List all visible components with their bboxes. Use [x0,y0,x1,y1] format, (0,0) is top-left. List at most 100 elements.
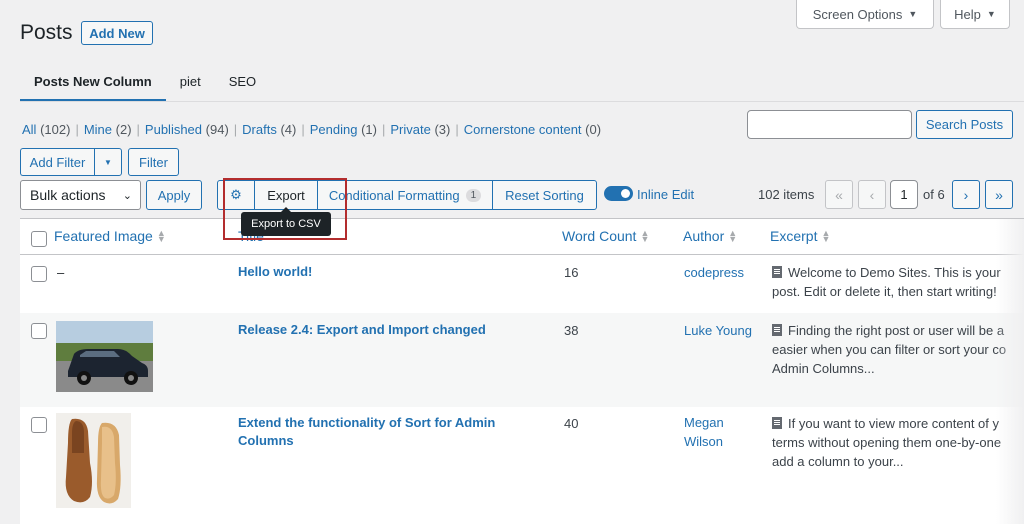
row-checkbox[interactable] [31,417,47,433]
featured-image-thumbnail[interactable] [56,321,153,392]
tab-seo[interactable]: SEO [215,70,270,102]
post-title-line: Extend the functionality of Sort for Adm… [238,415,496,430]
tabs-divider [20,101,1024,102]
shoes-image [56,413,131,508]
column-featured-image[interactable]: Featured Image ▲ ▼ [54,228,166,244]
count-badge: 1 [465,188,482,202]
reset-sorting-button[interactable]: Reset Sorting [493,181,596,209]
view-tabs: Posts New Column piet SEO [20,70,270,102]
table-row: – Hello world! 16 codepress Welcome to D… [20,255,1024,313]
view-count: (2) [115,122,132,137]
document-icon [772,324,782,336]
table-row: Extend the functionality of Sort for Adm… [20,407,1024,524]
caret-down-icon: ▼ [908,9,918,19]
inline-edit-toggle[interactable] [604,186,633,201]
view-count: (4) [280,122,297,137]
sort-icon: ▲ ▼ [156,228,166,244]
word-count-value: 38 [564,323,579,338]
view-count: (0) [585,122,602,137]
add-filter-button[interactable]: Add Filter [20,148,94,176]
help-button[interactable]: Help ▼ [940,0,1010,29]
caret-down-icon: ▼ [986,9,996,19]
post-title-line: Columns [238,433,294,448]
author-link[interactable]: Megan Wilson [684,413,724,451]
prev-page-button[interactable]: ‹ [858,180,886,209]
document-icon [772,266,782,278]
post-title-link[interactable]: Hello world! [238,263,312,281]
filter-button[interactable]: Filter [128,148,179,176]
next-page-button[interactable]: › [952,180,980,209]
post-status-views: All (102) | Mine (2) | Published (94) | Drafts… [22,122,602,137]
view-count: (1) [361,122,377,137]
sort-icon: ▲ ▼ [728,228,738,244]
row-checkbox[interactable] [31,323,47,339]
view-private[interactable]: Private [390,122,430,137]
view-all[interactable]: All [22,122,36,137]
bulk-actions-select[interactable]: Bulk actions ⌄ [20,180,141,210]
view-cornerstone[interactable]: Cornerstone content [464,122,582,137]
word-count-value: 40 [564,416,579,431]
excerpt-line: post. Edit or delete it, then start writ… [772,284,997,299]
featured-image-thumbnail[interactable] [56,413,131,508]
document-icon [772,417,782,429]
first-page-button[interactable]: « [825,180,853,209]
add-filter-split-button: Add Filter ▼ [20,148,122,176]
screen-options-button[interactable]: Screen Options ▼ [796,0,934,29]
tab-piet[interactable]: piet [166,70,215,102]
total-pages: of 6 [923,187,945,202]
excerpt-line: easier when you can filter or sort your … [772,342,1007,357]
view-published[interactable]: Published [145,122,202,137]
chevron-down-icon[interactable]: ▼ [94,148,122,176]
bulk-actions-label: Bulk actions [30,187,106,203]
items-count: 102 items [758,187,815,202]
last-page-button[interactable]: » [985,180,1013,209]
column-label: Excerpt [770,228,818,244]
row-checkbox[interactable] [31,266,47,282]
column-label: Featured Image [54,228,153,244]
view-drafts[interactable]: Drafts [242,122,277,137]
excerpt-text: Welcome to Demo Sites. This is your post… [772,263,1020,301]
chevron-down-icon: ⌄ [122,189,132,202]
post-title-link[interactable]: Extend the functionality of Sort for Adm… [238,414,495,450]
excerpt-line: If you want to view more content of y [788,416,999,431]
tab-posts-new-column[interactable]: Posts New Column [20,70,166,102]
excerpt-text: If you want to view more content of y te… [772,414,1020,471]
help-label: Help [954,6,981,22]
column-label: Author [683,228,725,244]
car-image [56,321,153,392]
view-mine[interactable]: Mine [84,122,112,137]
add-new-button[interactable]: Add New [81,21,153,45]
post-title-link[interactable]: Release 2.4: Export and Import changed [238,321,486,339]
column-excerpt[interactable]: Excerpt ▲ ▼ [770,228,830,244]
current-page-input[interactable]: 1 [890,180,918,209]
column-author[interactable]: Author ▲ ▼ [683,228,737,244]
search-input[interactable] [747,110,912,139]
table-row: Release 2.4: Export and Import changed 3… [20,313,1024,407]
excerpt-text: Finding the right post or user will be a… [772,321,1020,378]
column-word-count[interactable]: Word Count ▲ ▼ [562,228,649,244]
select-all-checkbox[interactable] [31,231,47,247]
author-line: Wilson [684,434,724,449]
view-count: (94) [205,122,229,137]
word-count-value: 16 [564,265,579,280]
excerpt-line: Welcome to Demo Sites. This is your [788,265,1001,280]
highlight-box [223,178,347,240]
author-link[interactable]: Luke Young [684,321,752,340]
author-link[interactable]: codepress [684,263,744,282]
search-posts-button[interactable]: Search Posts [916,110,1013,139]
apply-button[interactable]: Apply [146,180,202,210]
view-count: (3) [434,122,451,137]
excerpt-line: terms without opening them one-by-one [772,435,1002,450]
inline-edit-label[interactable]: Inline Edit [637,187,694,202]
column-label: Word Count [562,228,637,244]
no-image-placeholder: – [57,265,65,280]
author-line: Megan [684,415,724,430]
conditional-formatting-label: Conditional Formatting [328,187,460,203]
excerpt-line: add a column to your... [772,454,904,469]
sort-icon: ▲ ▼ [640,228,650,244]
screen-options-label: Screen Options [812,6,903,22]
excerpt-line: Finding the right post or user will be a [788,323,1005,338]
excerpt-line: Admin Columns... [772,361,875,376]
view-pending[interactable]: Pending [310,122,358,137]
view-count: (102) [40,122,71,137]
